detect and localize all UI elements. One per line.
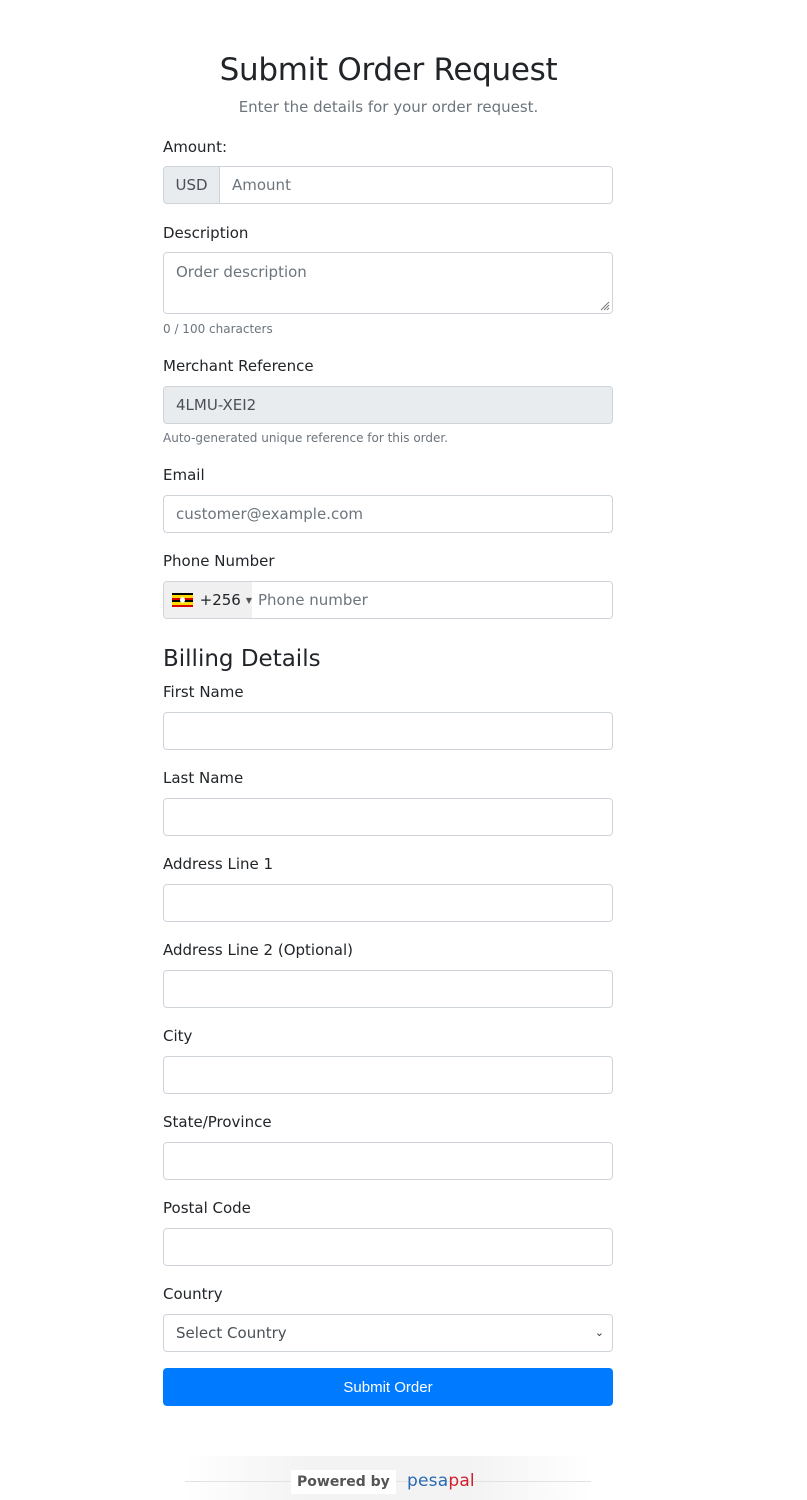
amount-label: Amount:: [163, 138, 227, 156]
last-name-input[interactable]: [163, 798, 613, 836]
city-input[interactable]: [163, 1056, 613, 1094]
powered-by-footer: Powered by pesapal: [185, 1456, 591, 1500]
address-line-2-input[interactable]: [163, 970, 613, 1008]
merchant-reference-input: 4LMU-XEI2: [163, 386, 613, 424]
state-province-input[interactable]: [163, 1142, 613, 1180]
description-textarea[interactable]: Order description: [163, 252, 613, 314]
country-select-value: Select Country: [176, 1324, 287, 1342]
page-subtitle: Enter the details for your order request…: [238, 98, 539, 116]
merchant-reference-label: Merchant Reference: [163, 357, 314, 375]
pesapal-logo-part1: pesa: [407, 1471, 449, 1491]
pesapal-logo-part2: pal: [448, 1471, 475, 1491]
address-line-1-label: Address Line 1: [163, 855, 274, 873]
billing-details-title: Billing Details: [163, 646, 321, 672]
email-placeholder: customer@example.com: [176, 505, 364, 523]
country-label: Country: [163, 1285, 223, 1303]
amount-input-group: USD Amount: [163, 166, 613, 204]
submit-order-button[interactable]: Submit Order: [163, 1368, 613, 1406]
powered-by-text: Powered by: [291, 1470, 396, 1494]
merchant-reference-help: Auto-generated unique reference for this…: [163, 431, 449, 445]
page-title: Submit Order Request: [219, 52, 558, 88]
country-code-dropdown[interactable]: +256 ▼: [164, 582, 252, 618]
description-char-counter: 0 / 100 characters: [163, 322, 273, 336]
email-label: Email: [163, 466, 205, 484]
resize-handle-icon[interactable]: [598, 299, 610, 311]
postal-code-input[interactable]: [163, 1228, 613, 1266]
amount-input[interactable]: Amount: [220, 166, 613, 204]
address-line-2-label: Address Line 2 (Optional): [163, 941, 353, 959]
postal-code-label: Postal Code: [163, 1199, 251, 1217]
chevron-down-icon: ⌄: [594, 1326, 604, 1339]
first-name-label: First Name: [163, 683, 244, 701]
phone-label: Phone Number: [163, 552, 275, 570]
description-placeholder: Order description: [176, 263, 307, 281]
amount-placeholder: Amount: [232, 176, 291, 194]
address-line-1-input[interactable]: [163, 884, 613, 922]
description-label: Description: [163, 224, 249, 242]
phone-number-input[interactable]: Phone number: [252, 582, 612, 618]
state-province-label: State/Province: [163, 1113, 272, 1131]
city-label: City: [163, 1027, 193, 1045]
country-select[interactable]: Select Country ⌄: [163, 1314, 613, 1352]
uganda-flag-icon: [172, 593, 193, 607]
first-name-input[interactable]: [163, 712, 613, 750]
dial-code: +256: [199, 591, 241, 609]
email-input[interactable]: customer@example.com: [163, 495, 613, 533]
last-name-label: Last Name: [163, 769, 244, 787]
pesapal-logo[interactable]: pesapal: [407, 1469, 475, 1493]
phone-placeholder: Phone number: [258, 591, 368, 609]
currency-addon: USD: [163, 166, 220, 204]
phone-input-group: +256 ▼ Phone number: [163, 581, 613, 619]
